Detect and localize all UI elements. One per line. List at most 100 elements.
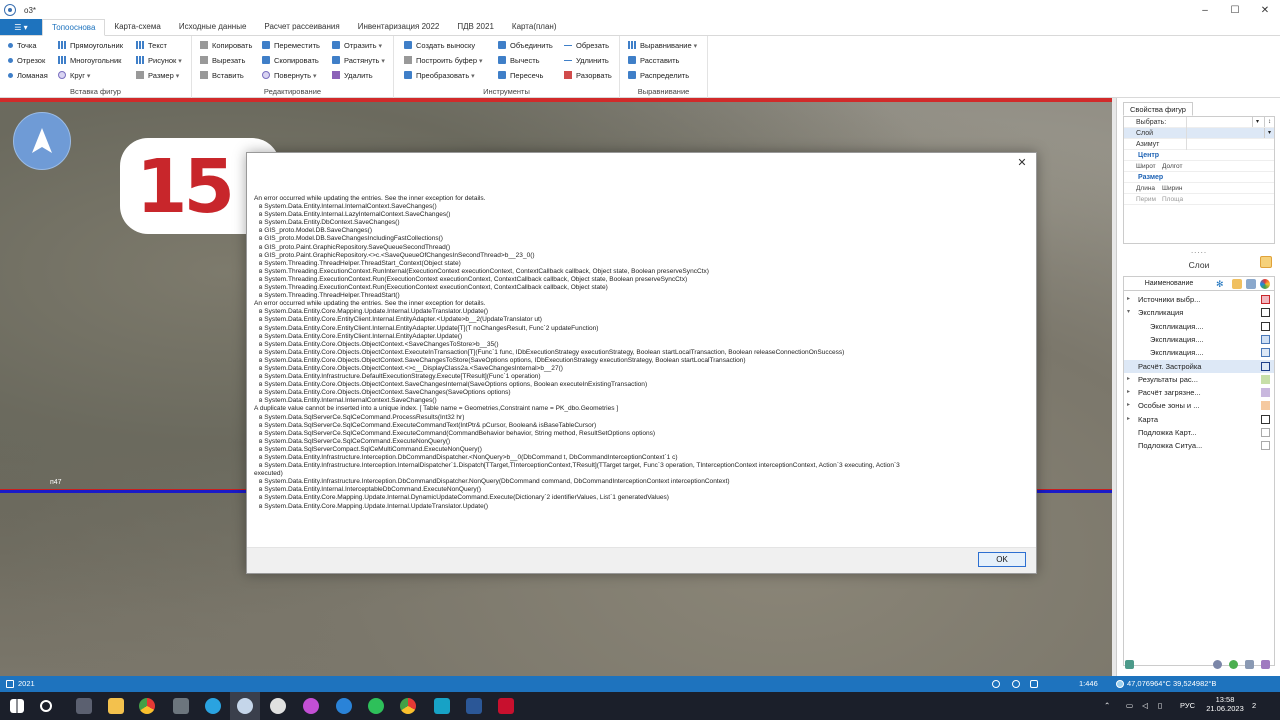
layer-settings-icon[interactable] [1125,660,1134,669]
tab-karta-shema[interactable]: Карта-схема [105,19,169,35]
copy-button[interactable]: Копировать [200,38,252,52]
map-scale[interactable]: 1:446 [1079,676,1098,692]
layer-combo[interactable]: ▾ [1186,128,1274,139]
file-explorer-icon[interactable] [108,698,124,714]
layer-row[interactable]: Подложка Карт... [1124,426,1274,439]
print-icon[interactable] [1246,279,1256,289]
select-combo[interactable]: ▾ ↕ [1186,117,1274,128]
layer-color-swatch[interactable] [1261,428,1270,437]
ok-button[interactable]: OK [978,552,1026,567]
prop-layer-row[interactable]: Слой ▾ [1124,128,1274,139]
layer-row[interactable]: Расчёт. Застройка [1124,359,1274,373]
subtract-button[interactable]: Вычесть [498,53,540,67]
tab-karta-plan[interactable]: Карта(план) [503,19,566,35]
layer-color-swatch[interactable] [1261,321,1270,331]
tab-inventarizatsiya[interactable]: Инвентаризация 2022 [349,19,449,35]
cut-button[interactable]: Вырезать [200,53,245,67]
point-button[interactable]: Точка [8,38,37,52]
polygon-button[interactable]: Многоугольник [58,53,121,67]
layer-color-swatch[interactable] [1261,374,1270,384]
paste-button[interactable]: Вставить [200,68,244,82]
status-year[interactable]: 2021 [18,676,35,692]
tab-shape-properties[interactable]: Свойства фигур [1123,102,1193,116]
expand-icon[interactable]: ▸ [1127,386,1130,399]
intersect-button[interactable]: Пересечь [498,68,543,82]
layers-column-name[interactable]: Наименование [1124,277,1214,291]
language-indicator[interactable]: РУС [1180,692,1195,720]
lock-column-icon[interactable] [1232,279,1242,289]
align-button[interactable]: Выравнивание [628,38,697,52]
expand-icon[interactable]: ▸ [1127,399,1130,412]
prop-select-row[interactable]: Выбрать: ▾ ↕ [1124,117,1274,128]
distribute-button[interactable]: Распределить [628,68,689,82]
telegram-icon[interactable] [205,698,221,714]
expand-icon[interactable]: ▸ [1127,293,1130,306]
tray-chevron-icon[interactable]: ⌃ [1104,692,1110,720]
edge-icon[interactable] [336,698,352,714]
tab-pdv[interactable]: ПДВ 2021 [448,19,503,35]
pan-hand-icon[interactable] [1030,680,1038,688]
delete-button[interactable]: Удалить [332,68,373,82]
tab-raschet-rasseivaniya[interactable]: Расчет рассеивания [255,19,348,35]
duplicate-button[interactable]: Скопировать [262,53,319,67]
prop-center-row[interactable]: Широт Долгот [1124,161,1274,172]
expand-icon[interactable]: ▸ [1127,413,1130,426]
layer-color-swatch[interactable] [1261,388,1270,398]
layer-row[interactable]: ▾ Экспликация [1124,306,1274,319]
layer-row[interactable]: ▸ Расчёт загрязне... [1124,386,1274,399]
minimize-button[interactable]: – [1190,0,1220,20]
layer-row[interactable]: Экспликация.... [1124,346,1274,359]
layer-row[interactable]: ▸ Источники выбр... [1124,293,1274,306]
add-layer-icon[interactable] [1229,660,1238,669]
extend-button[interactable]: Удлинить [564,53,609,67]
layer-color-swatch[interactable] [1261,361,1270,371]
whatsapp-icon[interactable] [368,698,384,714]
layer-row[interactable]: Экспликация.... [1124,333,1274,346]
layer-color-swatch[interactable] [1261,334,1270,344]
move-button[interactable]: Переместить [262,38,320,52]
color-wheel-icon[interactable] [1260,279,1270,289]
layer-row[interactable]: ▸ Результаты рас... [1124,373,1274,386]
expand-icon[interactable]: ▸ [1127,373,1130,386]
battery-icon[interactable]: ▯ [1158,692,1162,720]
layer-color-swatch[interactable] [1261,295,1270,304]
word-icon[interactable] [466,698,482,714]
arrange-button[interactable]: Расставить [628,53,679,67]
close-window-button[interactable]: ✕ [1250,0,1280,20]
rectangle-button[interactable]: Прямоугольник [58,38,123,52]
snowflake-icon[interactable]: ✻ [1216,279,1226,289]
layer-row[interactable]: ▸ Карта [1124,413,1274,426]
copy-layer-icon[interactable] [1245,660,1254,669]
rotate-button[interactable]: Повернуть [262,68,317,82]
trim-button[interactable]: Обрезать [564,38,609,52]
prop-azimuth-row[interactable]: Азимут [1124,139,1274,150]
layer-row[interactable]: Подложка Ситуа... [1124,439,1274,452]
monitor-icon[interactable] [173,698,189,714]
layer-color-swatch[interactable] [1261,441,1270,451]
tab-ishodnye-dannye[interactable]: Исходные данные [170,19,256,35]
app-icon-teal[interactable] [434,698,450,714]
polyline-button[interactable]: Ломаная [8,68,48,82]
convert-button[interactable]: Преобразовать [404,68,475,82]
prop-size-row[interactable]: Длина Ширин [1124,183,1274,194]
app-icon-red[interactable] [498,698,514,714]
tab-toposnova[interactable]: Топооснова [42,19,106,36]
windows-start-icon[interactable] [10,699,24,713]
search-icon[interactable] [40,700,52,712]
panel-splitter[interactable]: ..... [1117,246,1280,255]
layer-color-swatch[interactable] [1261,308,1270,318]
text-button[interactable]: Текст [136,38,167,52]
stretch-button[interactable]: Растянуть [332,53,385,67]
collapse-icon[interactable]: ▾ [1127,306,1130,319]
delete-layer-icon[interactable] [1261,660,1270,669]
dialog-close-button[interactable]: ✕ [1014,155,1030,171]
file-menu-button[interactable]: ☰ ▾ [0,19,42,35]
disk-icon[interactable] [270,698,286,714]
gis-app-icon[interactable] [237,698,253,714]
layer-color-swatch[interactable] [1261,414,1270,424]
create-callout-button[interactable]: Создать выноску [404,38,475,52]
chrome-icon[interactable] [139,698,155,714]
chrome-icon-2[interactable] [400,698,416,714]
layer-row[interactable]: ▸ Особые зоны и ... [1124,399,1274,412]
circle-button[interactable]: Круг [58,68,90,82]
